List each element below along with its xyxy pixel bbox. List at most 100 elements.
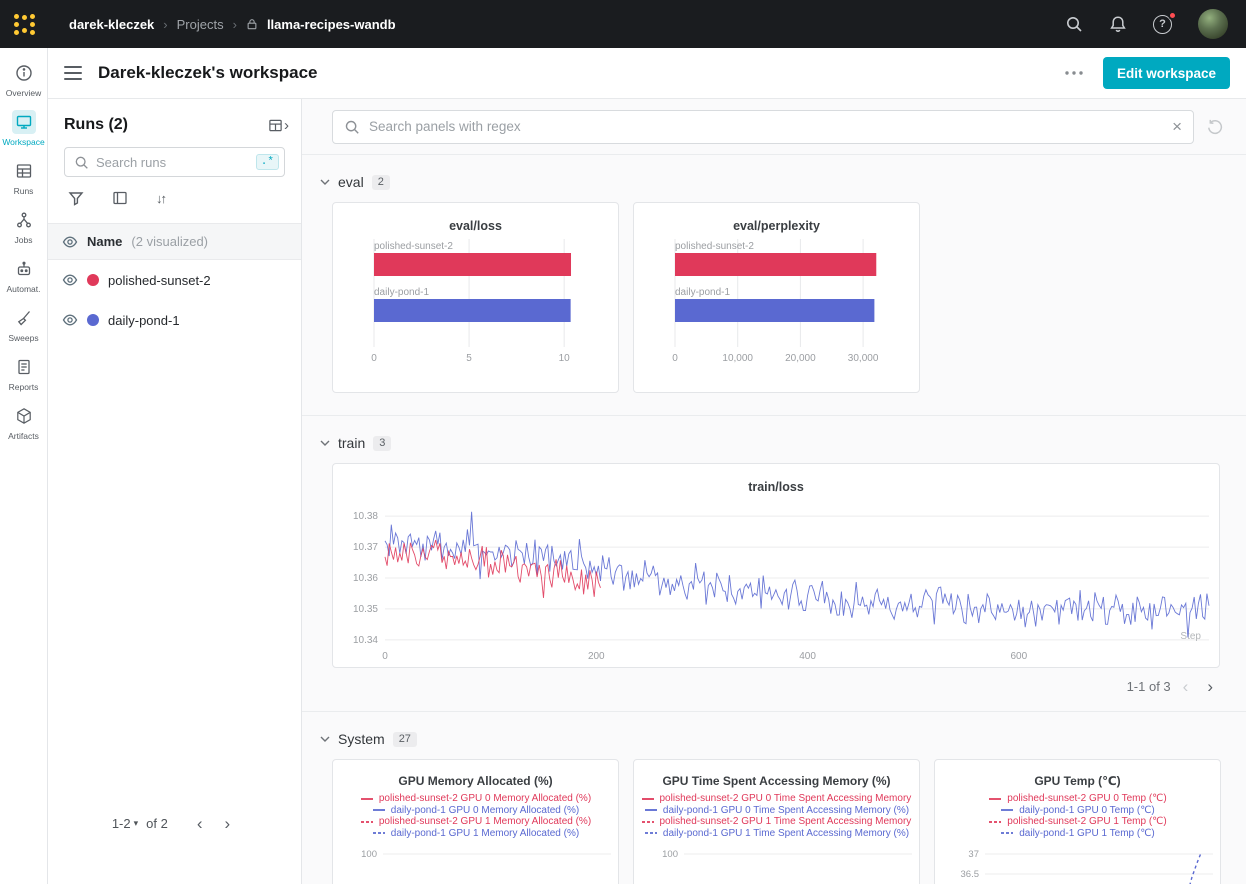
next-page-button[interactable]: › xyxy=(1200,678,1220,695)
cube-icon xyxy=(12,404,36,428)
regex-toggle[interactable]: .* xyxy=(256,154,279,170)
svg-text:100: 100 xyxy=(361,849,377,860)
logo-dots xyxy=(22,13,27,35)
chevron-down-icon xyxy=(320,179,330,185)
sidebar-item-overview[interactable]: Overview xyxy=(0,56,48,104)
legend-item[interactable]: polished-sunset-2 GPU 1 Memory Allocated… xyxy=(360,816,591,828)
section-header-train[interactable]: train 3 xyxy=(320,435,391,451)
svg-text:polished-sunset-2: polished-sunset-2 xyxy=(374,241,453,252)
run-row-daily-pond-1[interactable]: daily-pond-1 xyxy=(48,300,301,340)
eye-icon[interactable] xyxy=(62,234,78,250)
panel-search-row: × xyxy=(302,99,1246,155)
panel-train-loss[interactable]: train/loss 10.3810.3710.3610.3510.340200… xyxy=(332,463,1220,668)
section-system: System 27 GPU Memory Allocated (%) polis… xyxy=(302,711,1246,884)
table-layout-icon xyxy=(268,118,283,133)
svg-text:400: 400 xyxy=(799,651,816,662)
overflow-menu-icon[interactable] xyxy=(1065,71,1083,75)
gpu-temp-chart: polished-sunset-2 GPU 0 Temp (℃)daily-po… xyxy=(935,793,1220,884)
eye-icon[interactable] xyxy=(62,312,78,328)
breadcrumb-project-link[interactable]: llama-recipes-wandb xyxy=(267,17,396,32)
legend-line-icon xyxy=(372,807,386,813)
runs-table-toggle[interactable]: › xyxy=(268,118,289,133)
left-nav-rail: Overview Workspace Runs Jobs Automat. Sw… xyxy=(0,48,48,884)
sidebar-item-artifacts[interactable]: Artifacts xyxy=(0,399,48,447)
panel-gpu-memory[interactable]: GPU Memory Allocated (%) polished-sunset… xyxy=(332,759,619,884)
group-panel-icon[interactable] xyxy=(112,190,128,206)
legend-item[interactable]: polished-sunset-2 GPU 0 Temp (℃) xyxy=(988,793,1166,805)
panel-eval-perplexity[interactable]: eval/perplexity 010,00020,00030,000polis… xyxy=(633,202,920,393)
chart-legend: polished-sunset-2 GPU 0 Memory Allocated… xyxy=(333,793,618,839)
sidebar-item-workspace[interactable]: Workspace xyxy=(0,105,48,153)
robot-icon xyxy=(12,257,36,281)
prev-page-button[interactable]: ‹ xyxy=(1176,678,1196,695)
sidebar-item-sweeps[interactable]: Sweeps xyxy=(0,301,48,349)
legend-item[interactable]: polished-sunset-2 GPU 1 Time Spent Acces… xyxy=(641,816,913,828)
page-range-dropdown[interactable]: 1-2 ▾ xyxy=(112,816,138,831)
runs-sidebar: Runs (2) › .* ↓↑ Name (2 visualized) pol… xyxy=(48,99,302,884)
hamburger-menu-icon[interactable] xyxy=(64,66,82,79)
svg-text:5: 5 xyxy=(466,353,472,364)
legend-item[interactable]: polished-sunset-2 GPU 1 Temp (℃) xyxy=(988,816,1166,828)
run-row-polished-sunset-2[interactable]: polished-sunset-2 xyxy=(48,260,301,300)
panel-gpu-temp[interactable]: GPU Temp (℃) polished-sunset-2 GPU 0 Tem… xyxy=(934,759,1221,884)
legend-item[interactable]: daily-pond-1 GPU 1 Temp (℃) xyxy=(1000,828,1155,840)
sort-icon[interactable]: ↓↑ xyxy=(156,190,167,206)
lock-icon xyxy=(246,18,258,30)
notification-dot xyxy=(1168,11,1177,20)
prev-page-button[interactable]: ‹ xyxy=(190,815,210,832)
workspace-icon xyxy=(12,110,36,134)
user-avatar[interactable] xyxy=(1198,9,1228,39)
section-eval: eval 2 eval/loss 0510polished-sunset-2da… xyxy=(302,174,1246,415)
svg-text:10: 10 xyxy=(559,353,571,364)
legend-item[interactable]: daily-pond-1 GPU 0 Memory Allocated (%) xyxy=(372,805,579,817)
legend-item[interactable]: polished-sunset-2 GPU 0 Memory Allocated… xyxy=(360,793,591,805)
legend-line-icon xyxy=(644,830,658,836)
sidebar-item-runs[interactable]: Runs xyxy=(0,154,48,202)
runs-pagination: 1-2 ▾ of 2 ‹ › xyxy=(48,815,301,832)
header-actions: Edit workspace xyxy=(1065,57,1230,89)
runs-search-input[interactable] xyxy=(96,155,249,170)
panel-gpu-time[interactable]: GPU Time Spent Accessing Memory (%) poli… xyxy=(633,759,920,884)
help-icon[interactable]: ? xyxy=(1153,15,1172,34)
panel-eval-loss[interactable]: eval/loss 0510polished-sunset-2daily-pon… xyxy=(332,202,619,393)
next-page-button[interactable]: › xyxy=(218,815,238,832)
svg-text:0: 0 xyxy=(382,651,388,662)
section-header-eval[interactable]: eval 2 xyxy=(320,174,390,190)
logo-dots xyxy=(14,13,19,35)
sidebar-item-automations[interactable]: Automat. xyxy=(0,252,48,300)
clear-search-icon[interactable]: × xyxy=(1172,118,1182,135)
section-header-system[interactable]: System 27 xyxy=(320,731,417,747)
svg-text:0: 0 xyxy=(371,353,377,364)
sidebar-item-reports[interactable]: Reports xyxy=(0,350,48,398)
jobs-fork-icon xyxy=(12,208,36,232)
workspace-header: Darek-kleczek's workspace Edit workspace xyxy=(48,48,1246,99)
notifications-bell-icon[interactable] xyxy=(1109,15,1127,33)
legend-item[interactable]: polished-sunset-2 GPU 0 Time Spent Acces… xyxy=(641,793,913,805)
filter-funnel-icon[interactable] xyxy=(68,190,84,206)
rail-label: Artifacts xyxy=(8,431,39,441)
svg-text:10.34: 10.34 xyxy=(353,635,378,646)
chevron-down-icon xyxy=(320,736,330,742)
search-icon[interactable] xyxy=(1065,15,1083,33)
section-count-badge: 2 xyxy=(372,175,390,190)
legend-item[interactable]: daily-pond-1 GPU 1 Time Spent Accessing … xyxy=(644,828,909,840)
legend-item[interactable]: daily-pond-1 GPU 1 Memory Allocated (%) xyxy=(372,828,579,840)
edit-workspace-button[interactable]: Edit workspace xyxy=(1103,57,1230,89)
legend-line-icon xyxy=(360,819,374,825)
chart-legend: polished-sunset-2 GPU 0 Temp (℃)daily-po… xyxy=(935,793,1220,839)
breadcrumb-projects-link[interactable]: Projects xyxy=(177,17,224,32)
legend-item[interactable]: daily-pond-1 GPU 0 Temp (℃) xyxy=(1000,805,1155,817)
chevron-down-icon xyxy=(320,440,330,446)
page-range-label: 1-2 xyxy=(112,816,131,831)
legend-line-icon xyxy=(1000,830,1014,836)
legend-item[interactable]: daily-pond-1 GPU 0 Time Spent Accessing … xyxy=(644,805,909,817)
search-icon xyxy=(344,119,360,135)
svg-text:100: 100 xyxy=(662,849,678,860)
sidebar-item-jobs[interactable]: Jobs xyxy=(0,203,48,251)
wandb-logo[interactable] xyxy=(14,13,35,35)
breadcrumb-user-link[interactable]: darek-kleczek xyxy=(69,17,154,32)
panel-search-input[interactable] xyxy=(369,119,1163,134)
history-undo-icon[interactable] xyxy=(1206,118,1224,136)
eval-perplexity-chart: 010,00020,00030,000polished-sunset-2dail… xyxy=(634,237,919,382)
eye-icon[interactable] xyxy=(62,272,78,288)
